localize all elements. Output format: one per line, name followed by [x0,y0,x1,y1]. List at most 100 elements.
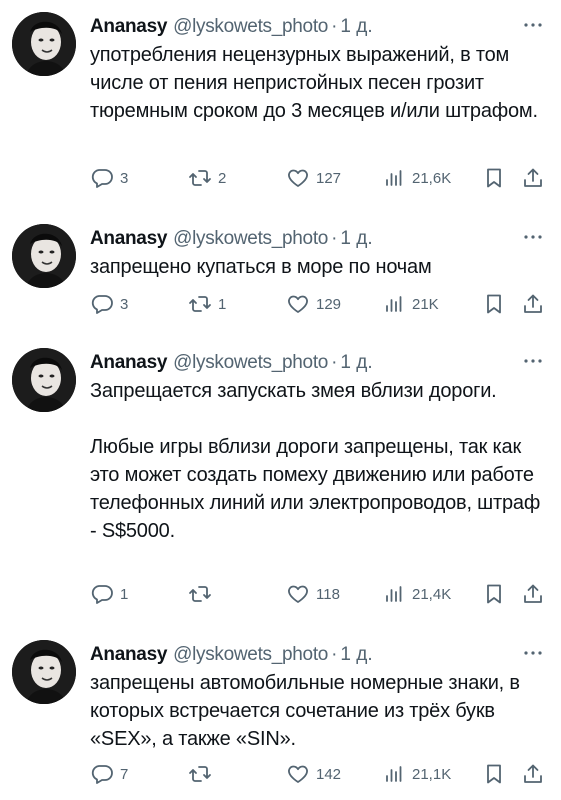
tweet-text: употребления нецензурных выражений, в то… [90,41,545,125]
bookmark-icon [482,762,506,786]
retweet-button[interactable]: 2 [188,164,226,192]
timestamp[interactable]: 1 д. [340,228,372,250]
separator-dot: · [331,16,338,37]
like-button[interactable]: 129 [286,290,341,318]
analytics-icon [382,762,406,786]
retweet-count: 2 [218,169,227,187]
share-button[interactable] [521,580,545,608]
share-button[interactable] [521,164,545,192]
like-count: 127 [316,169,342,187]
more-options-icon[interactable] [519,14,547,36]
reply-count: 3 [120,295,129,313]
tweet-paragraph: запрещено купаться в море по ночам [90,256,432,278]
view-count: 21,4K [412,585,452,603]
user-handle[interactable]: @lyskowets_photo [173,644,328,666]
reply-icon [90,166,114,190]
reply-count: 3 [120,169,129,187]
bookmark-button[interactable] [482,164,506,192]
views-button[interactable]: 21,1K [382,760,451,788]
view-count: 21,6K [412,169,452,187]
share-icon [521,582,545,606]
retweet-icon [188,292,212,316]
views-button[interactable]: 21,6K [382,164,451,192]
reply-icon [90,762,114,786]
like-count: 118 [316,585,340,603]
tweet-paragraph: Запрещается запускать змея вблизи дороги… [90,380,497,402]
avatar[interactable] [12,12,76,76]
tweet-text: запрещены автомобильные номерные знаки, … [90,669,545,753]
tweet[interactable]: Ananasy @lyskowets_photo · 1 д. Запрещае… [0,348,561,614]
retweet-icon [188,582,212,606]
heart-icon [286,762,310,786]
tweet-header: Ananasy @lyskowets_photo · 1 д. [90,642,541,668]
tweet[interactable]: Ananasy @lyskowets_photo · 1 д. употребл… [0,12,561,200]
user-handle[interactable]: @lyskowets_photo [173,352,328,374]
reply-count: 7 [120,765,129,783]
like-button[interactable]: 142 [286,760,341,788]
heart-icon [286,292,310,316]
separator-dot: · [331,644,338,665]
reply-button[interactable]: 7 [90,760,128,788]
timestamp[interactable]: 1 д. [340,16,372,38]
reply-icon [90,292,114,316]
retweet-icon [188,166,212,190]
avatar[interactable] [12,224,76,288]
timestamp[interactable]: 1 д. [340,352,372,374]
user-handle[interactable]: @lyskowets_photo [173,16,328,38]
avatar[interactable] [12,640,76,704]
display-name[interactable]: Ananasy [90,228,167,250]
more-options-icon[interactable] [519,226,547,248]
share-button[interactable] [521,760,545,788]
share-icon [521,762,545,786]
reply-button[interactable]: 3 [90,164,128,192]
bookmark-icon [482,582,506,606]
tweet[interactable]: Ananasy @lyskowets_photo · 1 д. запрещен… [0,224,561,334]
action-bar: 1 118 21,4K [90,580,545,608]
tweet[interactable]: Ananasy @lyskowets_photo · 1 д. запрещен… [0,640,561,800]
view-count: 21,1K [412,765,452,783]
tweet-paragraph: запрещены автомобильные номерные знаки, … [90,672,520,750]
share-icon [521,166,545,190]
reply-icon [90,582,114,606]
bookmark-button[interactable] [482,760,506,788]
bookmark-button[interactable] [482,580,506,608]
timestamp[interactable]: 1 д. [340,644,372,666]
reply-button[interactable]: 3 [90,290,128,318]
separator-dot: · [331,228,338,249]
tweet-header: Ananasy @lyskowets_photo · 1 д. [90,226,541,252]
retweet-button[interactable]: 1 [188,290,226,318]
display-name[interactable]: Ananasy [90,352,167,374]
bookmark-button[interactable] [482,290,506,318]
views-button[interactable]: 21K [382,290,439,318]
heart-icon [286,582,310,606]
bookmark-icon [482,166,506,190]
like-count: 142 [316,765,342,783]
reply-button[interactable]: 1 [90,580,128,608]
separator-dot: · [331,352,338,373]
tweet-paragraph: употребления нецензурных выражений, в то… [90,44,538,122]
tweet-header: Ananasy @lyskowets_photo · 1 д. [90,14,541,40]
like-button[interactable]: 127 [286,164,341,192]
analytics-icon [382,582,406,606]
display-name[interactable]: Ananasy [90,16,167,38]
heart-icon [286,166,310,190]
tweet-header: Ananasy @lyskowets_photo · 1 д. [90,350,541,376]
views-button[interactable]: 21,4K [382,580,451,608]
retweet-button[interactable] [188,760,218,788]
analytics-icon [382,292,406,316]
more-options-icon[interactable] [519,350,547,372]
retweet-count: 1 [218,295,227,313]
tweet-paragraph: Любые игры вблизи дороги запрещены, так … [90,436,541,542]
display-name[interactable]: Ananasy [90,644,167,666]
retweet-icon [188,762,212,786]
action-bar: 7 142 21,1K [90,760,545,788]
retweet-button[interactable] [188,580,218,608]
action-bar: 3 1 129 21K [90,290,545,318]
analytics-icon [382,166,406,190]
share-button[interactable] [521,290,545,318]
avatar[interactable] [12,348,76,412]
more-options-icon[interactable] [519,642,547,664]
action-bar: 3 2 127 21,6K [90,164,545,192]
user-handle[interactable]: @lyskowets_photo [173,228,328,250]
like-button[interactable]: 118 [286,580,340,608]
